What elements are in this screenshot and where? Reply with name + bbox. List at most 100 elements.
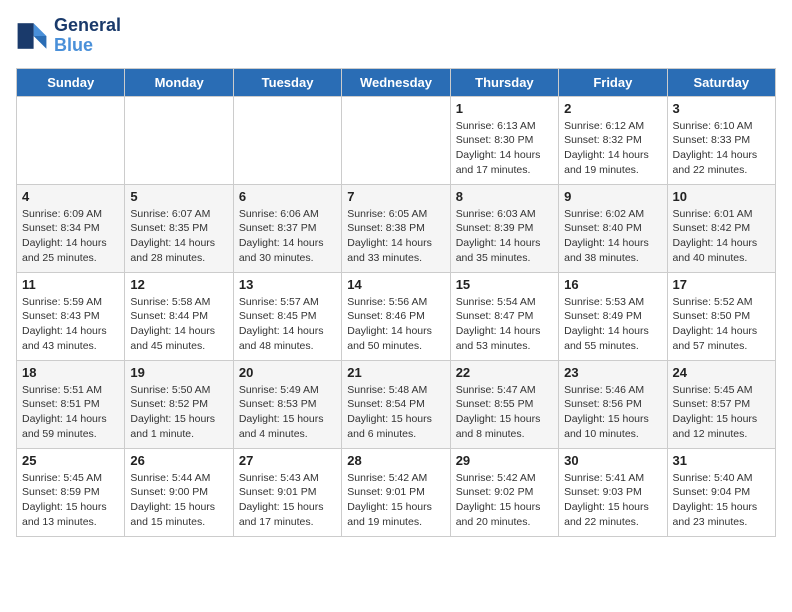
day-info: Sunrise: 5:45 AM Sunset: 8:59 PM Dayligh…: [22, 471, 119, 530]
day-info: Sunrise: 5:59 AM Sunset: 8:43 PM Dayligh…: [22, 295, 119, 354]
day-number: 30: [564, 453, 661, 468]
calendar-cell: 1Sunrise: 6:13 AM Sunset: 8:30 PM Daylig…: [450, 96, 558, 184]
calendar-table: SundayMondayTuesdayWednesdayThursdayFrid…: [16, 68, 776, 537]
day-info: Sunrise: 5:50 AM Sunset: 8:52 PM Dayligh…: [130, 383, 227, 442]
day-number: 16: [564, 277, 661, 292]
day-header-wednesday: Wednesday: [342, 68, 450, 96]
day-header-friday: Friday: [559, 68, 667, 96]
calendar-cell: 22Sunrise: 5:47 AM Sunset: 8:55 PM Dayli…: [450, 360, 558, 448]
calendar-cell: 13 Sunrise: 5:57 AM Sunset: 8:45 PM Dayli…: [233, 272, 341, 360]
calendar-cell: 16 Sunrise: 5:53 AM Sunset: 8:49 PM Dayli…: [559, 272, 667, 360]
day-number: 4: [22, 189, 119, 204]
day-header-sunday: Sunday: [17, 68, 125, 96]
calendar-cell: 24 Sunrise: 5:45 AM Sunset: 8:57 PM Dayli…: [667, 360, 775, 448]
day-info: Sunrise: 5:43 AM Sunset: 9:01 PM Dayligh…: [239, 471, 336, 530]
calendar-cell: 19 Sunrise: 5:50 AM Sunset: 8:52 PM Dayli…: [125, 360, 233, 448]
day-number: 19: [130, 365, 227, 380]
day-info: Sunrise: 6:09 AM Sunset: 8:34 PM Dayligh…: [22, 207, 119, 266]
calendar-cell: 6 Sunrise: 6:06 AM Sunset: 8:37 PM Daylig…: [233, 184, 341, 272]
calendar-cell: 23 Sunrise: 5:46 AM Sunset: 8:56 PM Dayli…: [559, 360, 667, 448]
logo-line1: General: [54, 16, 121, 36]
day-number: 26: [130, 453, 227, 468]
day-info: Sunrise: 5:53 AM Sunset: 8:49 PM Dayligh…: [564, 295, 661, 354]
week-row-4: 18 Sunrise: 5:51 AM Sunset: 8:51 PM Dayli…: [17, 360, 776, 448]
calendar-cell: [125, 96, 233, 184]
day-info: Sunrise: 5:54 AM Sunset: 8:47 PM Dayligh…: [456, 295, 553, 354]
day-info: Sunrise: 5:40 AM Sunset: 9:04 PM Dayligh…: [673, 471, 770, 530]
day-info: Sunrise: 6:06 AM Sunset: 8:37 PM Dayligh…: [239, 207, 336, 266]
calendar-cell: 26 Sunrise: 5:44 AM Sunset: 9:00 PM Dayli…: [125, 448, 233, 536]
week-row-5: 25 Sunrise: 5:45 AM Sunset: 8:59 PM Dayli…: [17, 448, 776, 536]
calendar-cell: 9 Sunrise: 6:02 AM Sunset: 8:40 PM Daylig…: [559, 184, 667, 272]
day-number: 3: [673, 101, 770, 116]
calendar-cell: 14 Sunrise: 5:56 AM Sunset: 8:46 PM Dayli…: [342, 272, 450, 360]
day-header-monday: Monday: [125, 68, 233, 96]
day-info: Sunrise: 5:52 AM Sunset: 8:50 PM Dayligh…: [673, 295, 770, 354]
day-number: 14: [347, 277, 444, 292]
day-number: 5: [130, 189, 227, 204]
day-number: 13: [239, 277, 336, 292]
day-number: 8: [456, 189, 553, 204]
calendar-cell: 3 Sunrise: 6:10 AM Sunset: 8:33 PM Daylig…: [667, 96, 775, 184]
day-info: Sunrise: 6:03 AM Sunset: 8:39 PM Dayligh…: [456, 207, 553, 266]
calendar-cell: 20 Sunrise: 5:49 AM Sunset: 8:53 PM Dayli…: [233, 360, 341, 448]
day-number: 23: [564, 365, 661, 380]
day-info: Sunrise: 5:41 AM Sunset: 9:03 PM Dayligh…: [564, 471, 661, 530]
day-number: 10: [673, 189, 770, 204]
day-info: Sunrise: 5:45 AM Sunset: 8:57 PM Dayligh…: [673, 383, 770, 442]
day-number: 29: [456, 453, 553, 468]
calendar-cell: 7Sunrise: 6:05 AM Sunset: 8:38 PM Daylig…: [342, 184, 450, 272]
calendar-cell: 15 Sunrise: 5:54 AM Sunset: 8:47 PM Dayli…: [450, 272, 558, 360]
calendar-cell: 29 Sunrise: 5:42 AM Sunset: 9:02 PM Dayli…: [450, 448, 558, 536]
day-info: Sunrise: 6:01 AM Sunset: 8:42 PM Dayligh…: [673, 207, 770, 266]
day-info: Sunrise: 6:02 AM Sunset: 8:40 PM Dayligh…: [564, 207, 661, 266]
day-number: 6: [239, 189, 336, 204]
calendar-cell: 8 Sunrise: 6:03 AM Sunset: 8:39 PM Daylig…: [450, 184, 558, 272]
calendar-cell: 21 Sunrise: 5:48 AM Sunset: 8:54 PM Dayli…: [342, 360, 450, 448]
day-number: 20: [239, 365, 336, 380]
day-header-thursday: Thursday: [450, 68, 558, 96]
week-row-3: 11 Sunrise: 5:59 AM Sunset: 8:43 PM Dayli…: [17, 272, 776, 360]
day-number: 28: [347, 453, 444, 468]
day-info: Sunrise: 5:48 AM Sunset: 8:54 PM Dayligh…: [347, 383, 444, 442]
calendar-cell: 2 Sunrise: 6:12 AM Sunset: 8:32 PM Daylig…: [559, 96, 667, 184]
day-info: Sunrise: 6:05 AM Sunset: 8:38 PM Dayligh…: [347, 207, 444, 266]
calendar-cell: 10 Sunrise: 6:01 AM Sunset: 8:42 PM Dayli…: [667, 184, 775, 272]
day-number: 18: [22, 365, 119, 380]
calendar-cell: 17 Sunrise: 5:52 AM Sunset: 8:50 PM Dayli…: [667, 272, 775, 360]
day-info: Sunrise: 6:12 AM Sunset: 8:32 PM Dayligh…: [564, 119, 661, 178]
week-row-1: 1Sunrise: 6:13 AM Sunset: 8:30 PM Daylig…: [17, 96, 776, 184]
day-number: 17: [673, 277, 770, 292]
logo-text: General Blue: [54, 16, 121, 56]
day-info: Sunrise: 5:57 AM Sunset: 8:45 PM Dayligh…: [239, 295, 336, 354]
day-info: Sunrise: 5:51 AM Sunset: 8:51 PM Dayligh…: [22, 383, 119, 442]
day-info: Sunrise: 6:10 AM Sunset: 8:33 PM Dayligh…: [673, 119, 770, 178]
day-number: 24: [673, 365, 770, 380]
day-info: Sunrise: 5:46 AM Sunset: 8:56 PM Dayligh…: [564, 383, 661, 442]
week-row-2: 4 Sunrise: 6:09 AM Sunset: 8:34 PM Daylig…: [17, 184, 776, 272]
day-number: 22: [456, 365, 553, 380]
day-info: Sunrise: 5:56 AM Sunset: 8:46 PM Dayligh…: [347, 295, 444, 354]
day-header-saturday: Saturday: [667, 68, 775, 96]
calendar-cell: 5Sunrise: 6:07 AM Sunset: 8:35 PM Daylig…: [125, 184, 233, 272]
calendar-cell: 28 Sunrise: 5:42 AM Sunset: 9:01 PM Dayli…: [342, 448, 450, 536]
day-number: 15: [456, 277, 553, 292]
day-number: 25: [22, 453, 119, 468]
calendar-cell: 30 Sunrise: 5:41 AM Sunset: 9:03 PM Dayli…: [559, 448, 667, 536]
calendar-cell: [17, 96, 125, 184]
logo: General Blue: [16, 16, 121, 56]
day-number: 21: [347, 365, 444, 380]
day-number: 9: [564, 189, 661, 204]
day-number: 11: [22, 277, 119, 292]
day-info: Sunrise: 5:58 AM Sunset: 8:44 PM Dayligh…: [130, 295, 227, 354]
day-number: 12: [130, 277, 227, 292]
day-info: Sunrise: 5:42 AM Sunset: 9:02 PM Dayligh…: [456, 471, 553, 530]
calendar-cell: 27Sunrise: 5:43 AM Sunset: 9:01 PM Dayli…: [233, 448, 341, 536]
day-number: 2: [564, 101, 661, 116]
day-info: Sunrise: 5:49 AM Sunset: 8:53 PM Dayligh…: [239, 383, 336, 442]
logo-icon: [16, 20, 48, 52]
day-number: 31: [673, 453, 770, 468]
day-info: Sunrise: 5:42 AM Sunset: 9:01 PM Dayligh…: [347, 471, 444, 530]
calendar-cell: [342, 96, 450, 184]
day-info: Sunrise: 5:44 AM Sunset: 9:00 PM Dayligh…: [130, 471, 227, 530]
